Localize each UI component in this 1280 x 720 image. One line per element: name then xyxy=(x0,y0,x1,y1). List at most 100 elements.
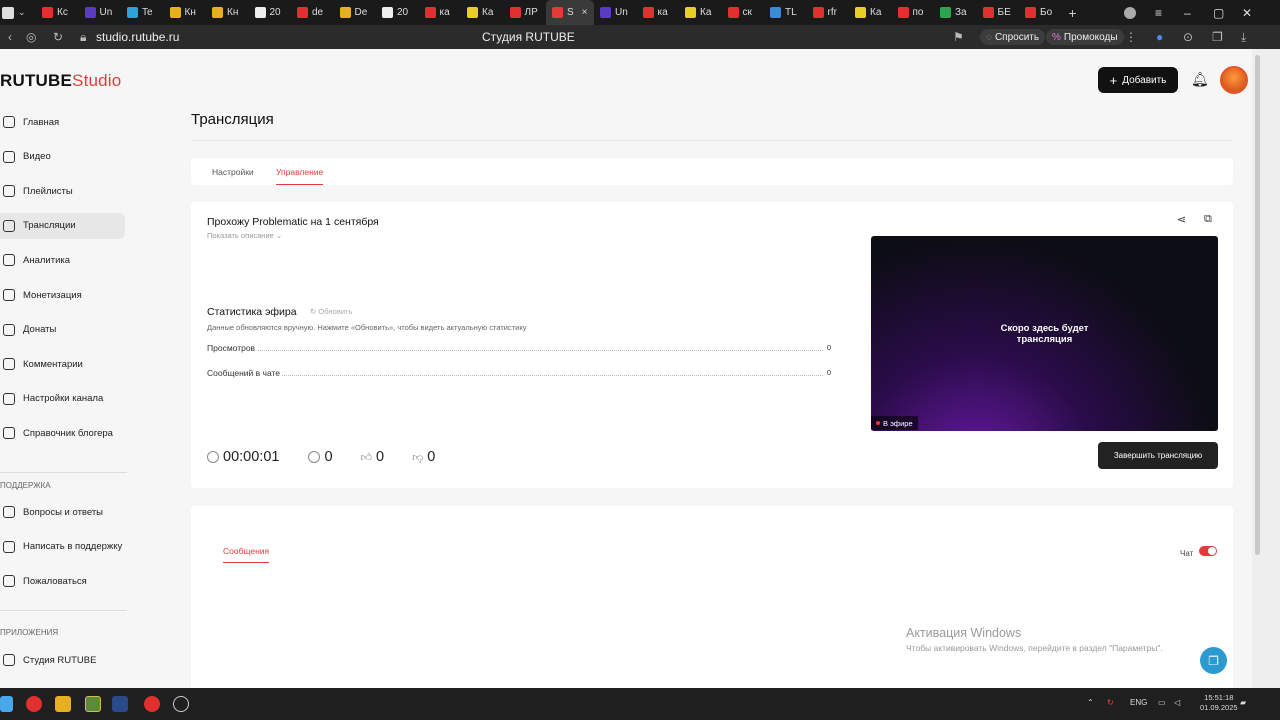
screenshot-icon[interactable]: ⊙ xyxy=(1183,30,1193,44)
menu-icon[interactable]: ≡ xyxy=(1155,0,1162,25)
language-indicator[interactable]: ENG xyxy=(1130,698,1147,707)
sidebar-item[interactable]: Пожаловаться xyxy=(0,568,125,594)
browser-tab[interactable]: De xyxy=(334,0,377,25)
browser-tab[interactable]: Un xyxy=(79,0,122,25)
browser-tab[interactable]: ка xyxy=(419,0,462,25)
windows-activation-note: Чтобы активировать Windows, перейдите в … xyxy=(906,643,1163,653)
browser-tab[interactable]: За xyxy=(934,0,977,25)
game-app-icon[interactable] xyxy=(112,696,128,712)
chat-toggle[interactable] xyxy=(1199,546,1217,556)
browser-tab[interactable]: 20 xyxy=(376,0,419,25)
browser-tab[interactable]: rfr xyxy=(807,0,850,25)
yandex-icon[interactable] xyxy=(144,696,160,712)
open-external-icon[interactable]: ⧉ xyxy=(1204,213,1212,226)
sidebar-item[interactable]: Плейлисты xyxy=(0,178,125,204)
refresh-button[interactable]: ↻ Обновить xyxy=(310,307,352,316)
sidebar-item[interactable]: Главная xyxy=(0,109,125,135)
clock[interactable]: 15:51:18 01.09.2025 xyxy=(1200,693,1238,713)
show-description-link[interactable]: Показать описание ⌄ xyxy=(207,231,282,240)
notifications-bell-icon[interactable]: 🔔︎ xyxy=(1191,71,1209,88)
tab-messages[interactable]: Сообщения xyxy=(223,546,269,556)
sidebar-item[interactable]: Справочник блогера xyxy=(0,420,125,446)
sidebar-item[interactable]: Аналитика xyxy=(0,247,125,273)
browser-menu-icon[interactable] xyxy=(2,6,14,19)
site-settings-icon[interactable]: ◎ xyxy=(26,30,36,44)
browser-tab[interactable]: Кн xyxy=(164,0,207,25)
browser-tab[interactable]: Te xyxy=(121,0,164,25)
stream-preview[interactable]: Скоро здесь будет трансляция xyxy=(871,236,1218,431)
scrollbar-thumb[interactable] xyxy=(1255,55,1260,555)
sidebar-item[interactable]: Вопросы и ответы xyxy=(0,499,125,525)
sidebar-item[interactable]: Монетизация xyxy=(0,282,125,308)
browser-tab[interactable]: Ка xyxy=(679,0,722,25)
tab-management[interactable]: Управление xyxy=(276,167,323,177)
tab-label: ка xyxy=(657,7,668,18)
restore-icon[interactable]: ▢ xyxy=(1213,0,1224,25)
collections-icon[interactable]: ❐ xyxy=(1212,30,1223,44)
yandex-browser-icon[interactable] xyxy=(26,696,42,712)
browser-tab[interactable]: Ка xyxy=(849,0,892,25)
end-stream-button[interactable]: Завершить трансляцию xyxy=(1098,442,1218,469)
stat-value: 0 xyxy=(826,368,831,377)
close-window-icon[interactable]: ✕ xyxy=(1242,0,1252,25)
support-chat-icon[interactable]: ❐ xyxy=(1200,647,1227,674)
tab-label: rfr xyxy=(827,7,837,18)
volume-icon[interactable]: ◁ xyxy=(1174,698,1180,707)
video-icon xyxy=(3,150,15,163)
windows-start-icon[interactable] xyxy=(0,696,13,712)
back-icon[interactable]: ‹ xyxy=(8,30,12,44)
browser-tab[interactable]: ск xyxy=(722,0,765,25)
ask-icon: ◌ xyxy=(986,31,992,43)
scrollbar[interactable] xyxy=(1252,49,1280,688)
more-icon[interactable]: ⋮ xyxy=(1125,30,1137,44)
browser-tab[interactable]: Ка xyxy=(461,0,504,25)
bookmark-icon[interactable]: ⚑ xyxy=(953,30,964,44)
avatar[interactable] xyxy=(1220,66,1248,94)
promo-button[interactable]: % Промокоды xyxy=(1046,29,1124,45)
sidebar-item[interactable]: Видео xyxy=(0,144,125,170)
sidebar-item[interactable]: Настройки канала xyxy=(0,386,125,412)
browser-tab[interactable]: БЕ xyxy=(977,0,1020,25)
browser-tab[interactable]: 20 xyxy=(249,0,292,25)
minecraft-icon[interactable] xyxy=(85,696,101,712)
browser-tab[interactable]: Кн xyxy=(206,0,249,25)
tray-chevron-icon[interactable]: ⌃ xyxy=(1087,698,1094,707)
obs-icon[interactable] xyxy=(173,696,189,712)
sidebar-item[interactable]: Трансляции xyxy=(0,212,125,239)
browser-tab[interactable]: Un xyxy=(594,0,637,25)
tab-label: De xyxy=(354,7,368,18)
browser-tab[interactable]: ЛР xyxy=(504,0,547,25)
add-button[interactable]: + Добавить xyxy=(1098,67,1178,93)
browser-tab[interactable]: ка xyxy=(637,0,680,25)
notifications-icon[interactable]: ▰ xyxy=(1240,698,1246,707)
close-tab-icon[interactable]: × xyxy=(582,7,588,18)
sidebar-item-label: Плейлисты xyxy=(23,185,73,197)
tab-list-icon[interactable]: ⌄ xyxy=(18,7,36,18)
comments-icon xyxy=(3,358,15,371)
sidebar-item[interactable]: Донаты xyxy=(0,317,125,343)
active-tab-indicator xyxy=(276,184,323,185)
sidebar-item[interactable]: Студия RUTUBE xyxy=(0,647,125,673)
share-icon[interactable]: ⋖ xyxy=(1177,213,1186,226)
browser-tab[interactable]: de xyxy=(291,0,334,25)
ask-button[interactable]: ◌ Спросить xyxy=(980,29,1046,45)
extension-icon[interactable]: ● xyxy=(1156,30,1163,44)
sidebar-item[interactable]: Комментарии xyxy=(0,351,125,377)
network-icon[interactable]: ▭ xyxy=(1158,698,1166,707)
new-tab-button[interactable]: + xyxy=(1062,5,1084,21)
sidebar-item[interactable]: Написать в поддержку xyxy=(0,534,125,560)
browser-tab[interactable]: Бо xyxy=(1019,0,1062,25)
rutube-studio-logo[interactable]: RUTUBEStudio xyxy=(0,71,121,91)
profile-icon[interactable] xyxy=(1124,0,1136,25)
minimize-icon[interactable]: – xyxy=(1184,0,1191,25)
reload-icon[interactable]: ↻ xyxy=(53,30,63,44)
tab-settings[interactable]: Настройки xyxy=(212,167,254,177)
url-field[interactable]: studio.rutube.ru xyxy=(96,30,179,44)
browser-tab[interactable]: Кс xyxy=(36,0,79,25)
download-icon[interactable]: ⤓ xyxy=(1241,30,1246,45)
file-explorer-icon[interactable] xyxy=(55,696,71,712)
sync-icon[interactable]: ↻ xyxy=(1107,698,1114,707)
browser-tab[interactable]: по xyxy=(892,0,935,25)
browser-tab[interactable]: S × xyxy=(546,0,594,25)
browser-tab[interactable]: TL xyxy=(764,0,807,25)
